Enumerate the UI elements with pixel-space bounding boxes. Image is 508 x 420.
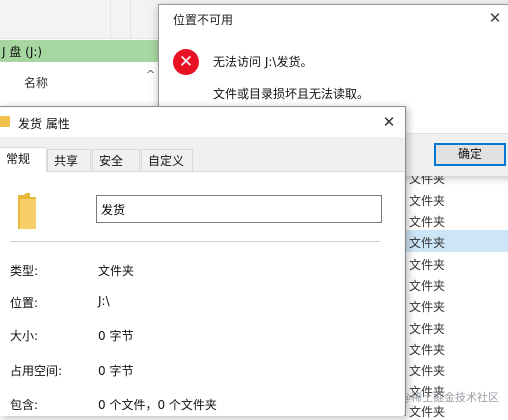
prop-label-size: 大小: bbox=[10, 329, 39, 343]
prop-label-size-on-disk: 占用空间: bbox=[10, 364, 63, 378]
prop-value-type: 文件夹 bbox=[98, 264, 135, 278]
file-type-cell: 文件夹 bbox=[409, 364, 446, 378]
folder-icon bbox=[0, 116, 10, 127]
error-dialog-title: 位置不可用 bbox=[173, 13, 234, 27]
properties-dialog: 发货 属性 ✕ 常规 共享 安全 自定义 类型: 文件夹 位置: J:\ 大小:… bbox=[0, 106, 406, 416]
properties-title: 发货 属性 bbox=[18, 117, 70, 131]
prop-value-size-on-disk: 0 字节 bbox=[98, 364, 134, 378]
file-type-cell: 文件夹 bbox=[409, 300, 446, 314]
column-header-name[interactable]: 名称 bbox=[24, 74, 48, 91]
tab-general[interactable]: 常规 bbox=[0, 147, 47, 172]
ok-button[interactable]: 确定 bbox=[434, 143, 506, 166]
close-icon[interactable]: ✕ bbox=[378, 111, 400, 133]
tab-customize[interactable]: 自定义 bbox=[141, 149, 193, 171]
file-type-cell: 文件夹 bbox=[409, 194, 446, 208]
error-x-icon: ✕ bbox=[173, 49, 199, 75]
watermark: @稀土掘金技术社区 bbox=[400, 391, 499, 404]
prop-label-contains: 包含: bbox=[10, 398, 39, 412]
file-type-cell: 文件夹 bbox=[409, 279, 446, 293]
prop-label-type: 类型: bbox=[10, 264, 39, 278]
file-type-cell: 文件夹 bbox=[409, 343, 446, 357]
error-detail: 文件或目录损坏且无法读取。 bbox=[213, 87, 370, 101]
file-type-cell: 文件夹 bbox=[409, 258, 446, 272]
drive-label: J 盘 (J:) bbox=[2, 45, 43, 59]
folder-name-input[interactable] bbox=[96, 195, 382, 223]
close-icon[interactable]: ✕ bbox=[484, 7, 506, 29]
error-message: 无法访问 J:\发货。 bbox=[213, 55, 313, 69]
divider bbox=[10, 241, 380, 242]
file-type-cell: 文件夹 bbox=[409, 236, 446, 250]
prop-value-location: J:\ bbox=[98, 294, 110, 308]
file-type-cell: 文件夹 bbox=[409, 322, 446, 336]
sort-chevron-icon[interactable]: ^ bbox=[146, 68, 155, 81]
tab-sharing[interactable]: 共享 bbox=[47, 149, 91, 171]
tab-security[interactable]: 安全 bbox=[92, 149, 140, 171]
prop-label-location: 位置: bbox=[10, 296, 39, 310]
folder-icon bbox=[18, 193, 36, 229]
prop-value-size: 0 字节 bbox=[98, 329, 134, 343]
prop-value-contains: 0 个文件，0 个文件夹 bbox=[98, 398, 217, 412]
file-type-cell: 文件夹 bbox=[409, 215, 446, 229]
file-type-cell: 文件夹 bbox=[409, 405, 446, 419]
